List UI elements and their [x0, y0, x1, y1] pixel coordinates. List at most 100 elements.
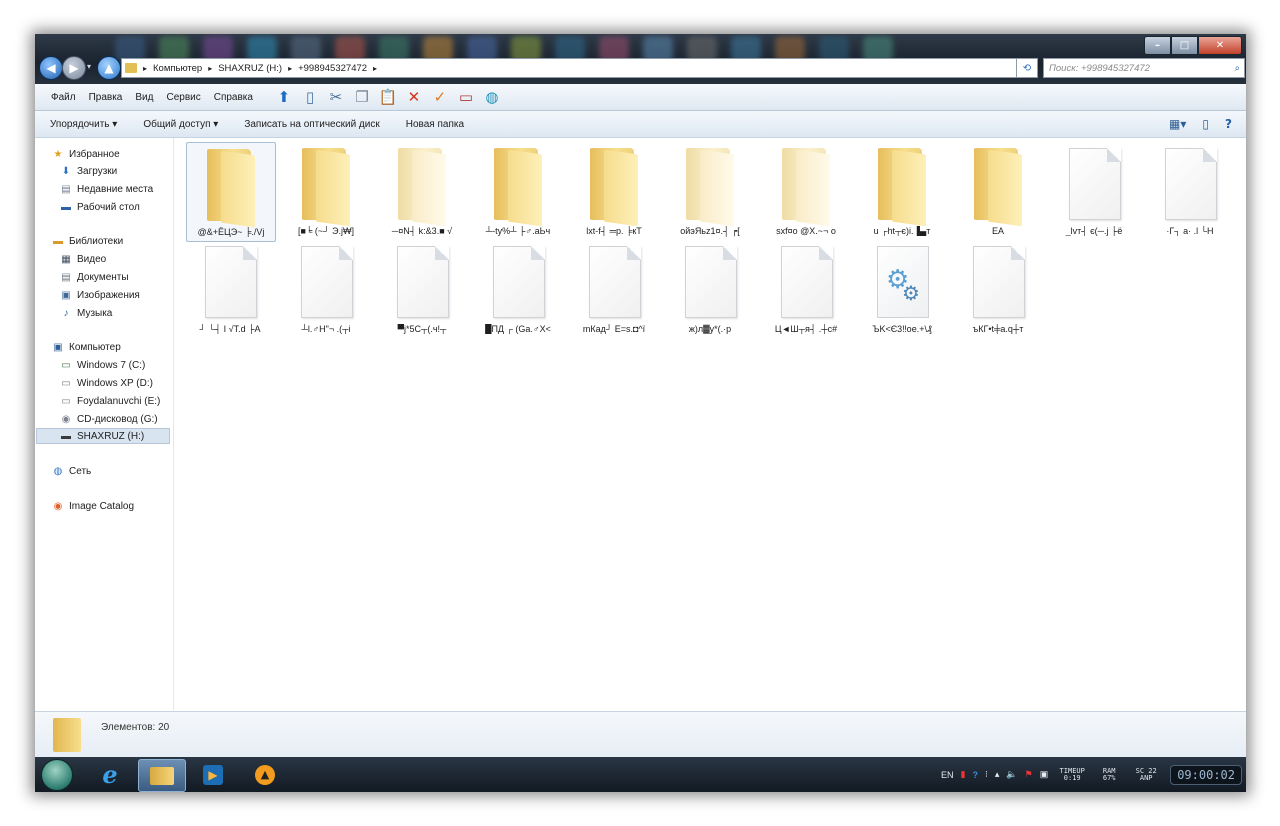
nav-image-catalog[interactable]: ◉ Image Catalog [51, 500, 134, 512]
system-tray: EN ▮ ? ⁝ ▴ 🔈 ⚑ ▣ TIMEUP 0:19 RAM 67% SC … [941, 757, 1242, 792]
start-button[interactable] [41, 759, 73, 791]
burn-button[interactable]: Записать на оптический диск [231, 119, 392, 130]
app-item[interactable]: ⚙ ⚙ ЪK<Є3‼oe.+\₰ [858, 240, 946, 338]
copy-icon[interactable]: ❐ [352, 87, 372, 107]
folder-item[interactable]: u ┌ht┬є)i.▐▄т [858, 142, 946, 240]
internet-explorer-icon[interactable]: e [87, 759, 133, 790]
nav-drive-d[interactable]: ▭ Windows XP (D:) [59, 377, 153, 389]
menu-help[interactable]: Справка [208, 92, 260, 103]
volume-icon[interactable]: 🔈 [1006, 769, 1017, 780]
folder-icon [150, 766, 174, 785]
aimp-icon[interactable]: ▲ [242, 759, 288, 790]
apply-icon[interactable]: ✓ [430, 87, 450, 107]
menu-edit[interactable]: Правка [83, 92, 130, 103]
nav-images[interactable]: ▣ Изображения [59, 289, 140, 301]
network-tray-icon[interactable]: ⁝ [985, 769, 988, 780]
minimize-button[interactable]: – [1144, 36, 1171, 55]
nav-drive-e[interactable]: ▭ Foydalanuvchi (E:) [59, 395, 160, 407]
search-icon[interactable]: ⌕ [1230, 63, 1240, 74]
forward-button[interactable]: ▶ [62, 56, 86, 80]
folder-item[interactable]: [■╘ (~┘ Э.j₩] [282, 142, 370, 240]
window-caption-buttons: – □ ✕ [1144, 36, 1242, 55]
explorer-taskbar-button[interactable] [138, 759, 186, 792]
cut-icon[interactable]: ✂ [326, 87, 346, 107]
documents-icon: ▤ [61, 271, 71, 283]
file-icon [1165, 148, 1217, 220]
menu-view[interactable]: Вид [129, 92, 160, 103]
clock[interactable]: 09:00:02 [1170, 764, 1242, 785]
nav-drive-g[interactable]: ◉ CD-дисковод (G:) [59, 413, 158, 425]
preview-pane-icon[interactable]: ▯ [300, 87, 320, 107]
change-view-icon[interactable]: ▦▾ [1169, 117, 1186, 131]
breadcrumb-computer[interactable]: Компьютер [153, 63, 202, 74]
folder-item[interactable]: ойэЯьz1¤.┤ ┍[ [666, 142, 754, 240]
file-item[interactable]: Ц◄Ш┬я┤ .┼c# [762, 240, 850, 338]
nav-recent[interactable]: ▤ Недавние места [59, 183, 153, 195]
chevron-right-icon[interactable]: ▸ [373, 64, 377, 73]
file-item[interactable]: █ПД ┌ (Ga.♂X< [474, 240, 562, 338]
up-folder-icon[interactable]: ⬆ [274, 87, 294, 107]
delete-icon[interactable]: ✕ [404, 87, 424, 107]
folder-item[interactable]: lxt-f┤ ═p. ╞кТ [570, 142, 658, 240]
globe-icon[interactable]: ◍ [482, 87, 502, 107]
file-item[interactable]: ┘ └┤ I √T.d ├A [186, 240, 274, 338]
back-button[interactable]: ◀ [39, 56, 63, 80]
view-controls: ▦▾ ▯ ? [1169, 117, 1232, 131]
file-item[interactable]: ·Г┐ a· .l └H [1146, 142, 1234, 240]
monitor-icon[interactable]: ▣ [1040, 769, 1049, 780]
nav-computer[interactable]: ▣ Компьютер [51, 341, 121, 353]
nav-music[interactable]: ♪ Музыка [59, 307, 113, 319]
maximize-button[interactable]: □ [1171, 36, 1198, 55]
file-item[interactable]: ┴l.♂H"¬ .(┬i [282, 240, 370, 338]
windows-drive-icon: ▭ [61, 359, 71, 371]
share-button[interactable]: Общий доступ ▾ [130, 119, 231, 130]
folder-item[interactable]: @&+ЁЦЭ~ ╞./Vj [186, 142, 276, 242]
file-item[interactable]: mКад┘ E=s.◘^ï [570, 240, 658, 338]
chevron-right-icon[interactable]: ▸ [208, 64, 212, 73]
show-hidden-icons[interactable]: ▴ [995, 769, 1000, 780]
command-bar: Упорядочить ▾ Общий доступ ▾ Записать на… [35, 111, 1246, 138]
folder-item[interactable]: ┴-ty%┴ ├♂.aЬч [474, 142, 562, 240]
breadcrumb-folder[interactable]: +998945327472 [298, 63, 367, 74]
file-item[interactable]: ъКГ•t╪a.q┼т [954, 240, 1042, 338]
nav-libraries[interactable]: ▬ Библиотеки [51, 235, 123, 247]
preview-pane-toggle-icon[interactable]: ▯ [1202, 117, 1209, 131]
action-center-icon[interactable]: ⚑ [1025, 769, 1033, 780]
chevron-right-icon[interactable]: ▸ [143, 64, 147, 73]
breadcrumb-drive[interactable]: SHAXRUZ (H:) [218, 63, 282, 74]
nav-drive-h[interactable]: ▬ SHAXRUZ (H:) [36, 428, 170, 444]
folder-item[interactable]: sxf¤o @X.~¬ o [762, 142, 850, 240]
nav-documents[interactable]: ▤ Документы [59, 271, 128, 283]
paste-icon[interactable]: 📋 [378, 87, 398, 107]
file-item[interactable]: ж)л▓у*(.·p [666, 240, 754, 338]
item-label: ─¤N┤ k:&3.■ √ [391, 226, 453, 236]
file-item[interactable]: _lvт┤ є(─.j ├ё [1050, 142, 1138, 240]
close-button[interactable]: ✕ [1198, 36, 1242, 55]
language-indicator[interactable]: EN [941, 770, 954, 780]
flag-icon[interactable]: ▮ [961, 769, 966, 780]
search-input[interactable]: Поиск: +998945327472 ⌕ [1043, 58, 1245, 78]
refresh-button[interactable]: ⟲ [1016, 58, 1038, 78]
help-tray-icon[interactable]: ? [972, 770, 978, 780]
chevron-right-icon[interactable]: ▸ [288, 64, 292, 73]
nav-drive-c[interactable]: ▭ Windows 7 (C:) [59, 359, 145, 371]
address-bar[interactable]: ▸ Компьютер ▸ SHAXRUZ (H:) ▸ +9989453274… [121, 58, 1037, 78]
folder-item[interactable]: ─¤N┤ k:&3.■ √ [378, 142, 466, 240]
help-icon[interactable]: ? [1225, 117, 1232, 131]
nav-video[interactable]: ▦ Видео [59, 253, 106, 265]
up-button[interactable]: ▲ [97, 56, 121, 80]
folder-item[interactable]: EA [954, 142, 1042, 240]
nav-desktop[interactable]: ▬ Рабочий стол [59, 201, 140, 213]
properties-icon[interactable]: ▭ [456, 87, 476, 107]
file-item[interactable]: ▀j*5C┬(.ч!┬ [378, 240, 466, 338]
new-folder-button[interactable]: Новая папка [393, 119, 477, 130]
media-player-icon[interactable]: ▶ [190, 759, 236, 790]
menu-tools[interactable]: Сервис [160, 92, 207, 103]
nav-network[interactable]: ◍ Сеть [51, 465, 92, 477]
organize-button[interactable]: Упорядочить ▾ [35, 119, 130, 130]
recent-places-icon: ▤ [61, 183, 71, 195]
history-dropdown-icon[interactable]: ▾ [87, 62, 91, 71]
nav-favorites[interactable]: ★ Избранное [51, 148, 120, 160]
nav-downloads[interactable]: ⬇ Загрузки [59, 165, 117, 177]
menu-file[interactable]: Файл [35, 92, 83, 103]
